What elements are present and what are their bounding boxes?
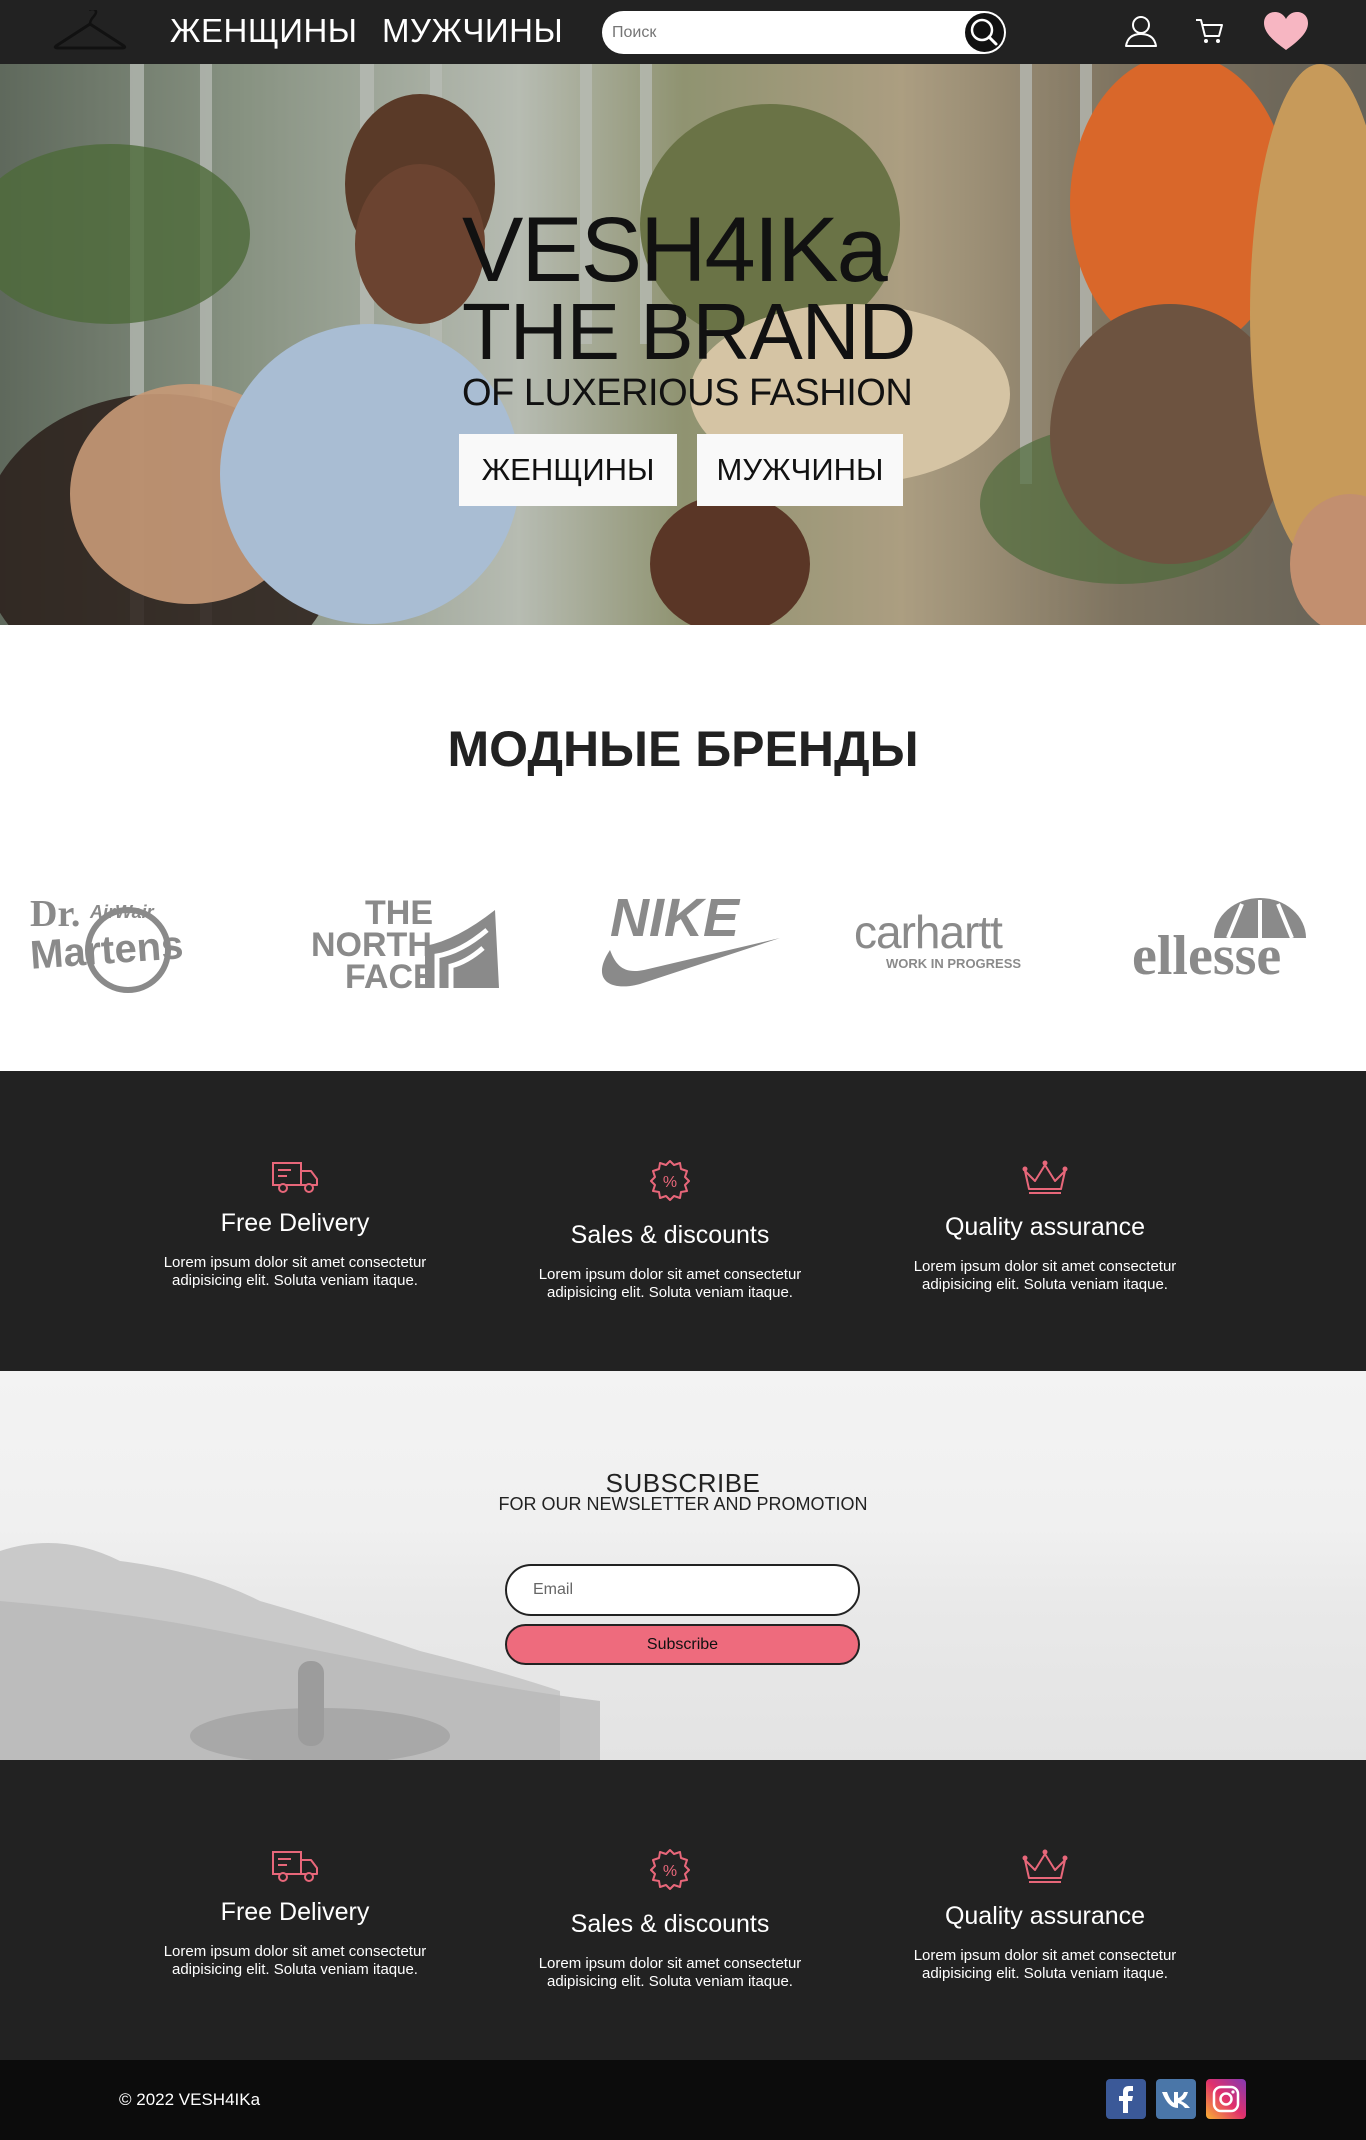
delivery-truck-icon: [272, 1851, 318, 1882]
subscribe-section: SUBSCRIBE FOR OUR NEWSLETTER AND PROMOTI…: [0, 1371, 1366, 1760]
features-section-repeat: Free Delivery Lorem ipsum dolor sit amet…: [0, 1760, 1366, 2060]
brand-carhartt[interactable]: carhartt WORK IN PROGRESS: [848, 880, 1068, 1000]
user-icon[interactable]: [1124, 14, 1158, 48]
brand-the-north-face[interactable]: THE NORTH FACE: [305, 880, 505, 1000]
facebook-icon[interactable]: [1106, 2079, 1146, 2119]
feature-text: Lorem ipsum dolor sit amet consectetur a…: [538, 1266, 802, 1301]
feature-sales-discounts: % Sales & discounts Lorem ipsum dolor si…: [520, 1848, 820, 1991]
hero-banner: VESH4IKa THE BRAND OF LUXERIOUS FASHION …: [0, 64, 1366, 625]
nav-men-link[interactable]: МУЖЧИНЫ: [382, 12, 563, 50]
instagram-glyph: [1212, 2085, 1240, 2113]
hanger-logo-icon[interactable]: [52, 10, 128, 54]
cart-icon[interactable]: [1194, 16, 1224, 46]
north-face-logo: THE NORTH FACE: [311, 894, 499, 996]
crown-icon: [1022, 1849, 1068, 1883]
brand-ellesse[interactable]: ellesse: [1128, 880, 1348, 1000]
feature-quality-assurance: Quality assurance Lorem ipsum dolor sit …: [895, 1848, 1195, 1983]
dr-martens-logo-airwair: AirWair: [89, 902, 155, 922]
delivery-truck-icon: [272, 1162, 318, 1193]
brand-dr-martens[interactable]: Dr. AirWair Martens: [28, 880, 228, 1000]
hero-women-button[interactable]: ЖЕНЩИНЫ: [459, 434, 677, 506]
facebook-glyph: [1119, 2086, 1133, 2113]
feature-title: Free Delivery: [220, 1898, 370, 1926]
hero-men-button[interactable]: МУЖЧИНЫ: [697, 434, 903, 506]
subscribe-subtitle: FOR OUR NEWSLETTER AND PROMOTION: [498, 1494, 868, 1514]
feature-title: Quality assurance: [944, 1902, 1146, 1930]
feature-quality-assurance: Quality assurance Lorem ipsum dolor sit …: [895, 1159, 1195, 1294]
feature-text: Lorem ipsum dolor sit amet consectetur a…: [163, 1254, 427, 1289]
brands-title: МОДНЫЕ БРЕНДЫ: [447, 721, 919, 777]
hero-title-line2: THE BRAND: [462, 287, 916, 376]
north-face-logo-face: FACE: [345, 958, 436, 996]
hero-title: VESH4IKa THE BRAND OF LUXERIOUS FASHION: [462, 204, 922, 412]
ellesse-logo-text: ellesse: [1132, 925, 1281, 987]
instagram-icon[interactable]: [1206, 2079, 1246, 2119]
nike-logo-text: NIKE: [610, 888, 741, 948]
feature-text: Lorem ipsum dolor sit amet consectetur a…: [913, 1258, 1177, 1293]
email-field[interactable]: [505, 1564, 860, 1616]
carhartt-logo-text: carhartt: [854, 906, 1003, 958]
discount-badge-icon: %: [650, 1160, 690, 1201]
feature-title: Free Delivery: [220, 1209, 370, 1237]
nav-women-link[interactable]: ЖЕНЩИНЫ: [170, 12, 358, 50]
subscribe-button[interactable]: Subscribe: [505, 1624, 860, 1665]
search-button[interactable]: [965, 13, 1004, 52]
svg-text:%: %: [663, 1174, 677, 1191]
carhartt-logo-subtext: WORK IN PROGRESS: [886, 956, 1021, 971]
features-section: Free Delivery Lorem ipsum dolor sit amet…: [0, 1071, 1366, 1371]
feature-free-delivery: Free Delivery Lorem ipsum dolor sit amet…: [145, 1159, 445, 1290]
crown-icon: [1022, 1160, 1068, 1194]
feature-text: Lorem ipsum dolor sit amet consectetur a…: [913, 1947, 1177, 1982]
search-bar: [602, 11, 1006, 54]
feature-title: Sales & discounts: [570, 1221, 770, 1249]
dr-martens-logo-dr: Dr.: [30, 893, 80, 935]
hero-title-line3: OF LUXERIOUS FASHION: [462, 372, 913, 414]
feature-sales-discounts: % Sales & discounts Lorem ipsum dolor si…: [520, 1159, 820, 1302]
copyright-text: © 2022 VESH4IKa: [119, 2090, 261, 2109]
carhartt-logo: carhartt WORK IN PROGRESS: [854, 906, 1021, 971]
brand-nike[interactable]: NIKE: [580, 880, 785, 1000]
hero-title-line1: VESH4IKa: [462, 199, 888, 301]
feature-title: Quality assurance: [944, 1213, 1146, 1241]
vk-icon[interactable]: [1156, 2079, 1196, 2119]
search-input[interactable]: [612, 15, 952, 50]
feature-text: Lorem ipsum dolor sit amet consectetur a…: [538, 1955, 802, 1990]
heart-icon[interactable]: [1262, 10, 1310, 52]
search-icon: [970, 18, 998, 46]
feature-text: Lorem ipsum dolor sit amet consectetur a…: [163, 1943, 427, 1978]
nike-logo: NIKE: [601, 888, 780, 987]
dr-martens-logo: Dr. AirWair Martens: [29, 893, 185, 993]
discount-badge-icon: %: [650, 1849, 690, 1890]
feature-title: Sales & discounts: [570, 1910, 770, 1938]
vk-glyph: [1162, 2092, 1190, 2108]
ellesse-logo: ellesse: [1132, 898, 1306, 987]
site-header: ЖЕНЩИНЫ МУЖЧИНЫ: [0, 0, 1366, 64]
feature-free-delivery: Free Delivery Lorem ipsum dolor sit amet…: [145, 1848, 445, 1979]
svg-text:%: %: [663, 1863, 677, 1880]
site-footer: © 2022 VESH4IKa: [0, 2060, 1366, 2140]
